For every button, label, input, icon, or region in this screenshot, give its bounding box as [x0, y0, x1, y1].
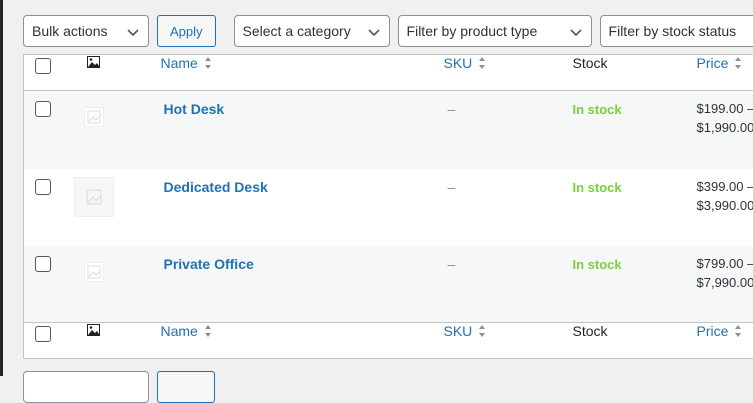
- admin-sidebar-edge: [0, 0, 3, 376]
- image-icon: [87, 324, 100, 336]
- product-sku: –: [448, 179, 573, 195]
- tablenav-top: Bulk actions Apply Select a category Fil…: [23, 15, 753, 47]
- product-type-select[interactable]: Filter by product type: [398, 15, 592, 47]
- column-name-label: Name: [161, 323, 198, 339]
- sort-by-price[interactable]: Price: [697, 55, 743, 71]
- row-checkbox[interactable]: [35, 256, 51, 272]
- price-max: $1,990.00: [697, 120, 753, 135]
- column-stock-label: Stock: [573, 55, 608, 71]
- sort-by-price[interactable]: Price: [697, 323, 743, 339]
- table-header-row: Name SKU Stock Price: [24, 55, 753, 91]
- product-name-link[interactable]: Private Office: [164, 256, 444, 272]
- row-checkbox[interactable]: [35, 101, 51, 117]
- image-icon: [87, 56, 100, 68]
- stock-status: In stock: [573, 102, 697, 117]
- column-sku-label: SKU: [444, 55, 473, 71]
- sort-by-name[interactable]: Name: [161, 55, 212, 71]
- sort-icon: [478, 56, 486, 70]
- product-sku: –: [448, 101, 573, 117]
- column-stock-label: Stock: [573, 323, 608, 339]
- products-table: Name SKU Stock Price Hot: [23, 54, 753, 359]
- price-range: $799.00 – $7,990.00: [697, 254, 753, 292]
- column-name-label: Name: [161, 55, 198, 71]
- stock-status: In stock: [573, 180, 697, 195]
- column-price-label: Price: [697, 323, 729, 339]
- product-type-label: Filter by product type: [407, 23, 538, 39]
- select-all-checkbox[interactable]: [35, 326, 51, 342]
- sort-icon: [734, 56, 742, 70]
- chevron-down-icon: [126, 25, 140, 39]
- sort-by-sku[interactable]: SKU: [444, 323, 487, 339]
- sort-by-name[interactable]: Name: [161, 323, 212, 339]
- table-row: Dedicated Desk – In stock $399.00 – $3,99…: [24, 169, 753, 246]
- price-max: $3,990.00: [697, 198, 753, 213]
- table-row: Hot Desk – In stock $199.00 – $1,990.00: [24, 91, 753, 169]
- row-checkbox[interactable]: [35, 179, 51, 195]
- sort-by-sku[interactable]: SKU: [444, 55, 487, 71]
- sort-icon: [478, 324, 486, 338]
- sort-icon: [204, 324, 212, 338]
- bulk-actions-select[interactable]: Bulk actions: [23, 15, 149, 47]
- table-row: Private Office – In stock $799.00 – $7,99…: [24, 246, 753, 323]
- column-price-label: Price: [697, 55, 729, 71]
- product-thumbnail[interactable]: [84, 107, 104, 127]
- chevron-down-icon: [367, 25, 381, 39]
- category-label: Select a category: [243, 23, 351, 39]
- category-select[interactable]: Select a category: [234, 15, 390, 47]
- placeholder-image-icon: [86, 189, 102, 205]
- stock-status-select[interactable]: Filter by stock status: [600, 15, 753, 47]
- select-all-checkbox[interactable]: [35, 58, 51, 74]
- product-sku: –: [448, 256, 573, 272]
- product-thumbnail[interactable]: [84, 262, 104, 282]
- stock-status-label: Filter by stock status: [609, 23, 737, 39]
- price-min: $399.00 –: [697, 179, 753, 194]
- placeholder-image-icon: [87, 110, 101, 124]
- price-max: $7,990.00: [697, 275, 753, 290]
- sort-icon: [734, 324, 742, 338]
- chevron-down-icon: [569, 25, 583, 39]
- apply-button[interactable]: Apply: [157, 15, 216, 47]
- product-name-link[interactable]: Dedicated Desk: [164, 179, 444, 195]
- bulk-actions-label: Bulk actions: [32, 23, 107, 39]
- table-footer-row: Name SKU Stock Price: [24, 323, 753, 359]
- price-range: $399.00 – $3,990.00: [697, 177, 753, 215]
- price-min: $199.00 –: [697, 101, 753, 116]
- placeholder-image-icon: [87, 265, 101, 279]
- sort-icon: [204, 56, 212, 70]
- price-range: $199.00 – $1,990.00: [697, 99, 753, 137]
- product-name-link[interactable]: Hot Desk: [164, 101, 444, 117]
- price-min: $799.00 –: [697, 256, 753, 271]
- product-thumbnail[interactable]: [74, 177, 114, 217]
- stock-status: In stock: [573, 257, 697, 272]
- column-sku-label: SKU: [444, 323, 473, 339]
